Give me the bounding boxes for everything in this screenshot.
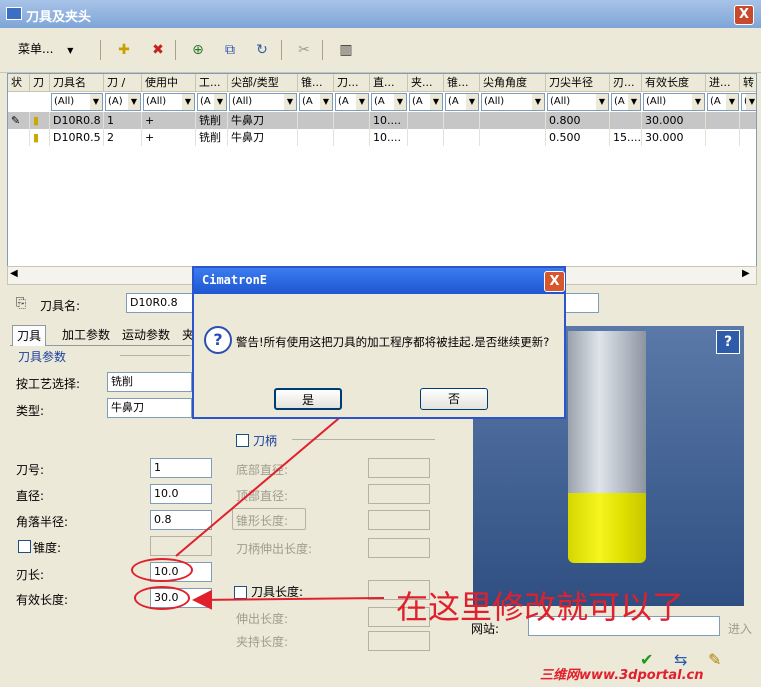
dialog-message: 警告!所有使用这把刀具的加工程序都将被挂起.是否继续更新?	[236, 335, 550, 349]
dialog-close-button[interactable]: X	[544, 271, 565, 292]
confirm-dialog: CimatronE X ? 警告!所有使用这把刀具的加工程序都将被挂起.是否继续…	[192, 266, 566, 419]
question-icon: ?	[204, 326, 232, 354]
no-button[interactable]: 否	[420, 388, 488, 410]
arrow-to-fields	[192, 589, 385, 610]
dialog-titlebar: CimatronE X	[194, 268, 565, 294]
annotation-text: 在这里修改就可以了	[396, 588, 685, 626]
yes-button[interactable]: 是	[274, 388, 342, 410]
dialog-title: CimatronE	[202, 273, 268, 287]
